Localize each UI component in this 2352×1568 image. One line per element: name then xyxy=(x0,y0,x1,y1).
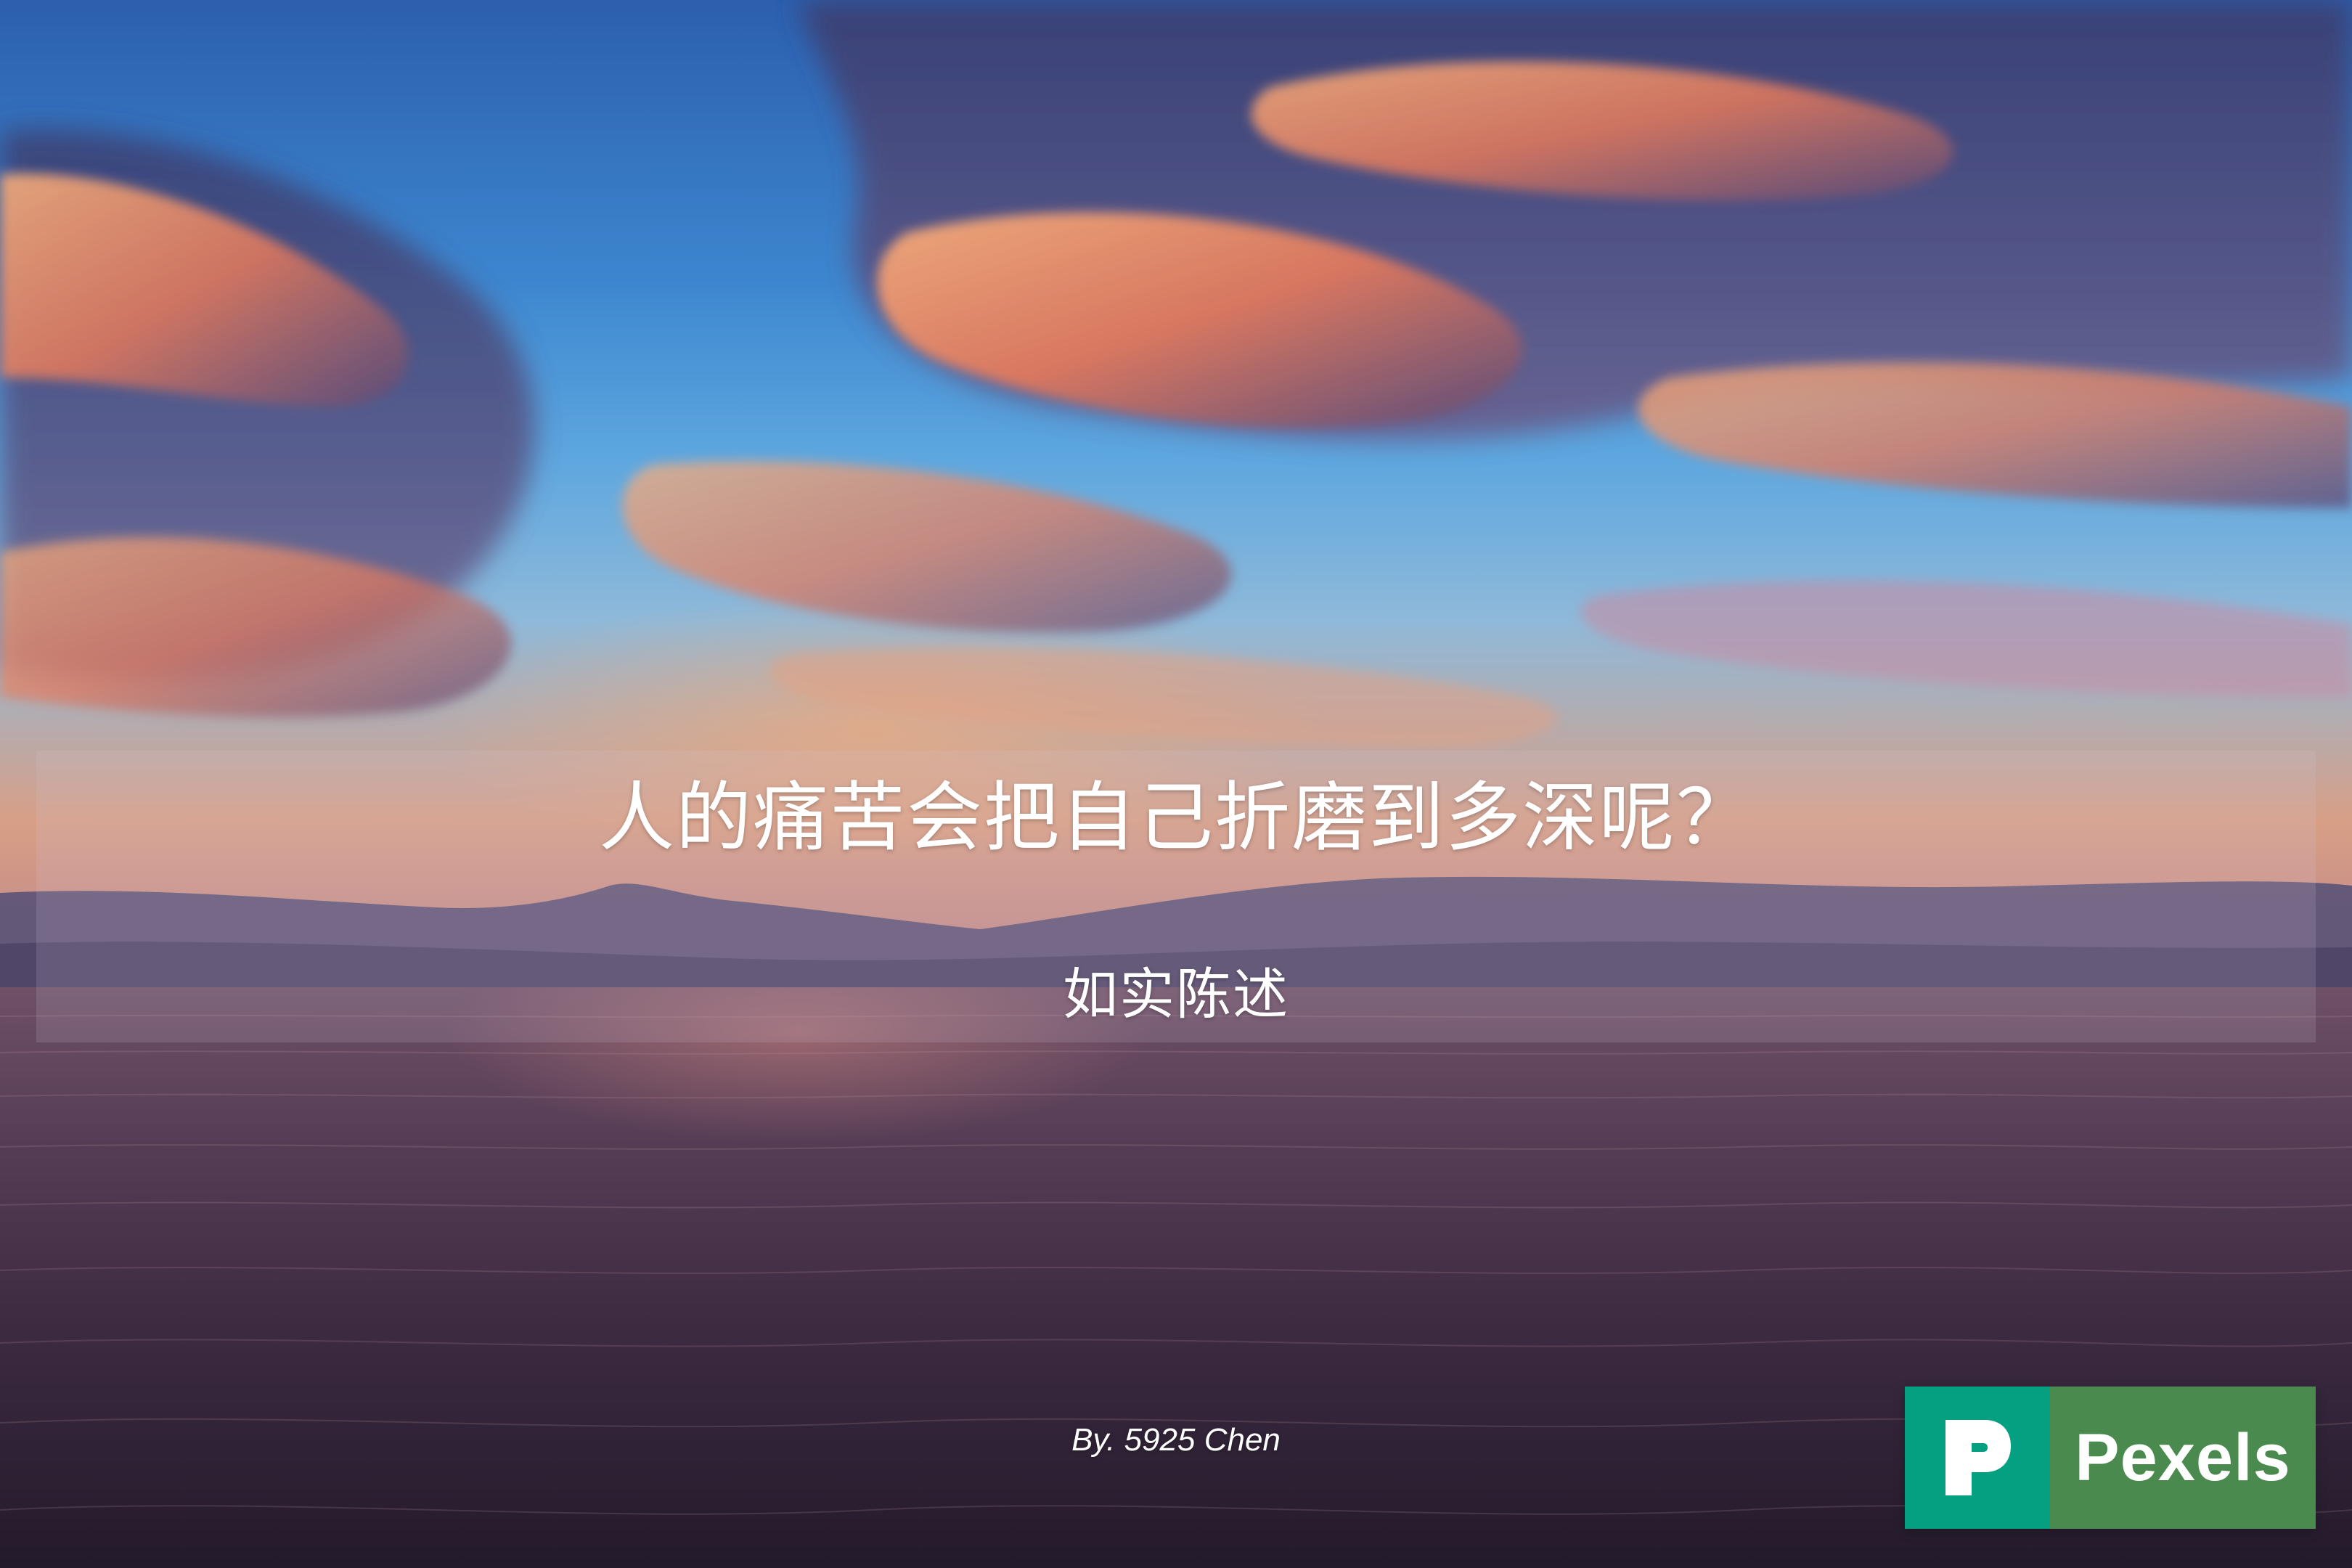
pexels-watermark: Pexels xyxy=(1905,1387,2316,1529)
cover-title: 人的痛苦会把自己折磨到多深呢？ xyxy=(598,773,1753,862)
pexels-icon-box xyxy=(1905,1387,2050,1529)
cover-image: 人的痛苦会把自己折磨到多深呢？ 如实陈述 By. 5925 Chen Pexel… xyxy=(0,0,2352,1568)
cover-subtitle: 如实陈述 xyxy=(1063,962,1289,1026)
pexels-label: Pexels xyxy=(2050,1387,2316,1529)
pexels-p-icon xyxy=(1945,1420,2011,1495)
